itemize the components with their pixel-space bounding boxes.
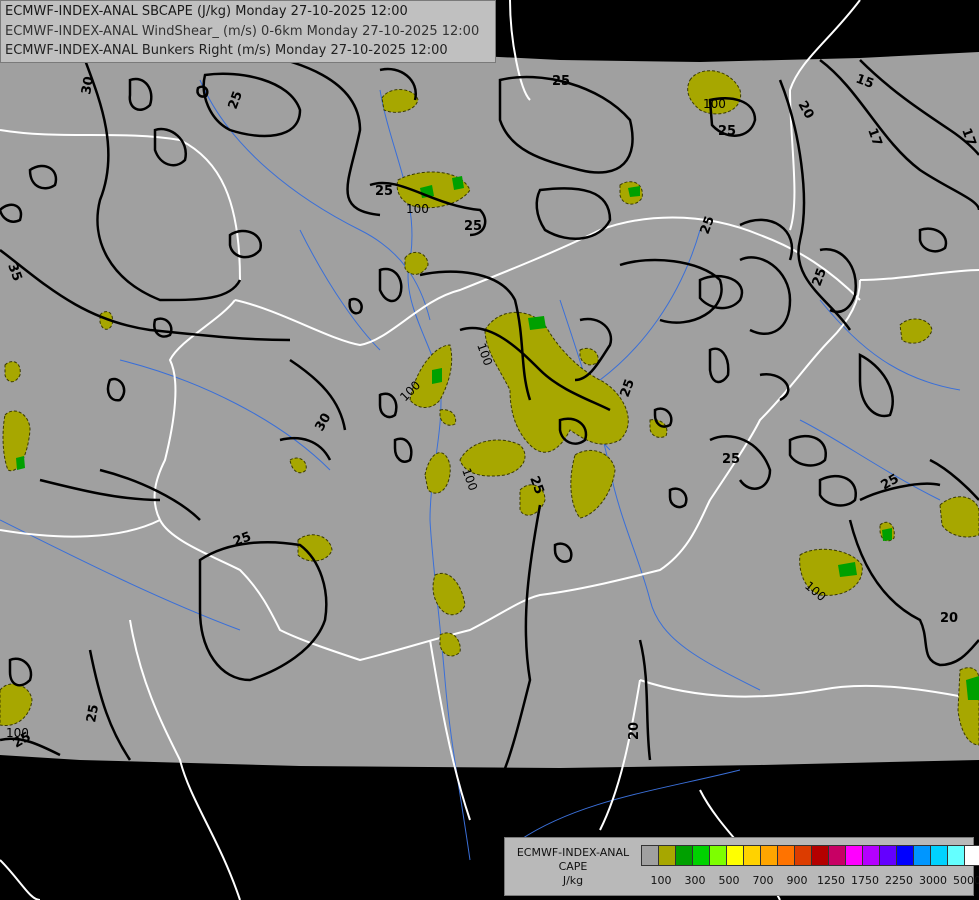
weather-map: 30 25 25 15 20 17 17 25 100 25 25 35 100… xyxy=(0,0,979,900)
legend-swatch xyxy=(811,845,829,866)
legend-color-scale xyxy=(641,845,979,866)
contour-label: 25 xyxy=(375,184,393,199)
legend-swatch xyxy=(709,845,727,866)
legend-title: ECMWF-INDEX-ANAL CAPE J/kg xyxy=(509,846,637,888)
legend-tick-label: 700 xyxy=(752,874,774,887)
legend-title-variable: CAPE xyxy=(558,860,588,873)
legend-swatch xyxy=(845,845,863,866)
title-windshear: ECMWF-INDEX-ANAL WindShear_ (m/s) 0-6km … xyxy=(5,24,480,39)
legend-swatch xyxy=(964,845,979,866)
contour-label: 20 xyxy=(940,611,958,626)
legend-swatch xyxy=(743,845,761,866)
contour-label: 25 xyxy=(84,703,102,723)
legend-swatch xyxy=(641,845,659,866)
title-sbcape: ECMWF-INDEX-ANAL SBCAPE (J/kg) Monday 27… xyxy=(5,4,408,19)
data-domain xyxy=(0,20,979,768)
legend-tick-label: 3000 xyxy=(919,874,947,887)
legend-swatch xyxy=(726,845,744,866)
cape-legend: ECMWF-INDEX-ANAL CAPE J/kg 100 300 500 700 9… xyxy=(504,837,979,896)
title-box: ECMWF-INDEX-ANAL SBCAPE (J/kg) Monday 27… xyxy=(0,0,496,63)
legend-swatch xyxy=(896,845,914,866)
contour-label: 20 xyxy=(627,722,642,740)
legend-swatch xyxy=(675,845,693,866)
contour-label: 25 xyxy=(718,124,736,139)
legend-swatch xyxy=(930,845,948,866)
legend-tick-label: 500 xyxy=(718,874,740,887)
legend-tick-label: 2250 xyxy=(885,874,913,887)
legend-title-model: ECMWF-INDEX-ANAL xyxy=(516,846,630,859)
legend-swatch xyxy=(760,845,778,866)
legend-swatch xyxy=(658,845,676,866)
legend-swatch xyxy=(913,845,931,866)
legend-swatch xyxy=(862,845,880,866)
legend-title-unit: J/kg xyxy=(562,874,584,887)
legend-swatch xyxy=(794,845,812,866)
legend-swatch xyxy=(879,845,897,866)
legend-tick-label: 300 xyxy=(684,874,706,887)
legend-tick-label: 100 xyxy=(650,874,672,887)
legend-tick-label: 900 xyxy=(786,874,808,887)
contour-label: 100 xyxy=(406,202,429,216)
legend-tick-label: 1750 xyxy=(851,874,879,887)
legend-swatch xyxy=(947,845,965,866)
contour-label: 30 xyxy=(79,75,97,95)
legend-tick-label: 1250 xyxy=(817,874,845,887)
legend-tick-label: 5000 xyxy=(953,874,979,887)
legend-swatch xyxy=(777,845,795,866)
legend-swatch xyxy=(828,845,846,866)
legend-tick-labels: 100 300 500 700 900 1250 1750 2250 3000 5000 xyxy=(641,874,979,888)
contour-label: 25 xyxy=(464,219,482,234)
contour-label: 100 xyxy=(703,97,726,111)
title-bunkers: ECMWF-INDEX-ANAL Bunkers Right (m/s) Mon… xyxy=(5,43,448,58)
contour-label: 25 xyxy=(552,74,570,89)
legend-swatch xyxy=(692,845,710,866)
